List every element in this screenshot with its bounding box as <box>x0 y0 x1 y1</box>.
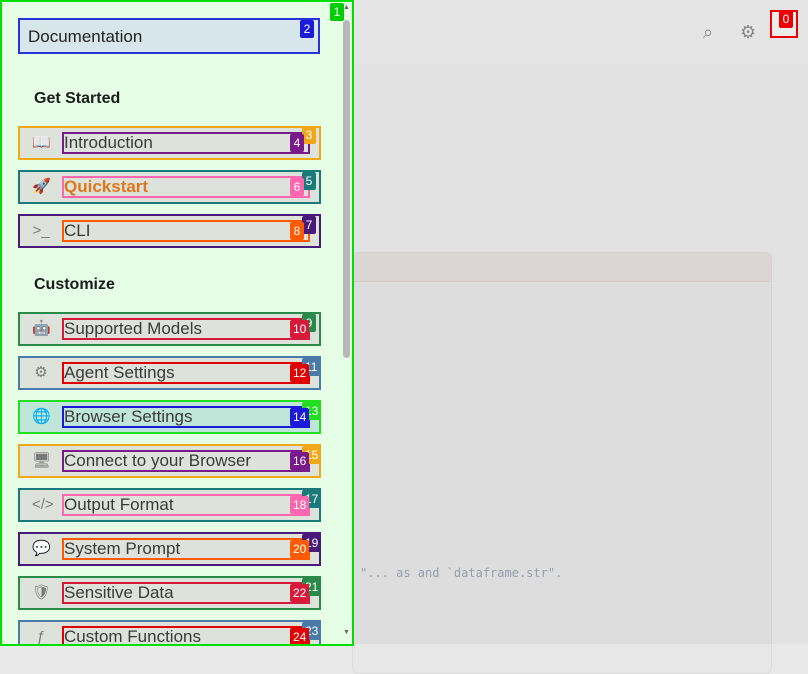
sidebar-item-supported-models[interactable]: 🤖 Supported Models 9 10 <box>18 312 321 346</box>
sidebar-item-sensitive-data[interactable]: 🛡 Sensitive Data 21 22 <box>18 576 322 610</box>
sidebar-item-quickstart[interactable]: 🚀 Quickstart 5 6 <box>18 170 321 204</box>
element-badge: 20 <box>290 540 310 558</box>
element-badge: 2 <box>300 20 314 38</box>
element-badge: 12 <box>290 364 310 382</box>
element-badge: 14 <box>290 408 310 426</box>
section-heading-get-started: Get Started <box>34 90 121 107</box>
element-badge: 5 <box>302 172 316 190</box>
element-badge: 24 <box>290 628 310 644</box>
element-badge: 4 <box>290 134 304 152</box>
documentation-button[interactable]: Documentation 2 <box>18 18 320 54</box>
menu-toggle-button[interactable]: 0 <box>770 10 798 38</box>
element-badge: 16 <box>290 452 310 470</box>
book-icon: 📖 <box>32 134 51 151</box>
chat-icon: 💬 <box>32 540 51 557</box>
scroll-up-arrow-icon[interactable]: ▲ <box>343 4 350 11</box>
sidebar-drawer[interactable]: 1 ▲ ▼ Documentation 2 Get Started 📖 Intr… <box>0 0 354 646</box>
sidebar-item-connect-browser[interactable]: 🖥 Connect to your Browser 15 16 <box>18 444 322 478</box>
element-badge: 7 <box>302 216 316 234</box>
element-badge: 18 <box>290 496 310 514</box>
globe-icon: 🌐 <box>32 408 51 425</box>
robot-icon: 🤖 <box>32 320 51 337</box>
element-badge: 8 <box>290 222 304 240</box>
element-badge: 22 <box>290 584 310 602</box>
sidebar-item-label: Quickstart <box>62 176 310 198</box>
terminal-icon: >_ <box>32 222 50 239</box>
sidebar-item-label: System Prompt <box>62 538 310 560</box>
code-icon: </> <box>32 496 54 513</box>
sidebar-item-cli[interactable]: >_ CLI 7 8 <box>18 214 321 248</box>
sidebar-item-label: Custom Functions <box>62 626 310 644</box>
sidebar-item-label: Agent Settings <box>62 362 310 384</box>
sidebar-item-browser-settings[interactable]: 🌐 Browser Settings 13 14 <box>18 400 322 434</box>
section-heading-customize: Customize <box>34 276 115 293</box>
sidebar-item-label: Supported Models <box>62 318 310 340</box>
element-badge: 10 <box>290 320 310 338</box>
scroll-down-arrow-icon[interactable]: ▼ <box>343 629 350 636</box>
sidebar-item-agent-settings[interactable]: ⚙ Agent Settings 11 12 <box>18 356 321 390</box>
sidebar-item-label: Sensitive Data <box>62 582 310 604</box>
scrollbar-thumb[interactable] <box>343 20 350 358</box>
element-badge: 3 <box>302 126 316 144</box>
sidebar-item-label: Output Format <box>62 494 310 516</box>
element-badge: 6 <box>290 178 304 196</box>
sidebar-item-label: Browser Settings <box>62 406 310 428</box>
sidebar-item-introduction[interactable]: 📖 Introduction 3 4 <box>18 126 321 160</box>
sidebar-item-custom-functions[interactable]: ƒ Custom Functions 23 24 <box>18 620 322 645</box>
sidebar-item-label: Connect to your Browser <box>62 450 310 472</box>
function-icon: ƒ <box>36 628 46 645</box>
rocket-icon: 🚀 <box>32 178 51 195</box>
shield-icon: 🛡 <box>32 584 52 601</box>
sidebar-item-output-format[interactable]: </> Output Format 17 18 <box>18 488 322 522</box>
sidebar-item-label: Introduction <box>62 132 310 154</box>
monitor-icon: 🖥 <box>32 452 52 469</box>
documentation-label: Documentation <box>28 27 143 46</box>
gear-icon: ⚙ <box>34 364 48 381</box>
sidebar-item-system-prompt[interactable]: 💬 System Prompt 19 20 <box>18 532 322 566</box>
element-badge: 0 <box>779 10 793 28</box>
sidebar-item-label: CLI <box>62 220 310 242</box>
